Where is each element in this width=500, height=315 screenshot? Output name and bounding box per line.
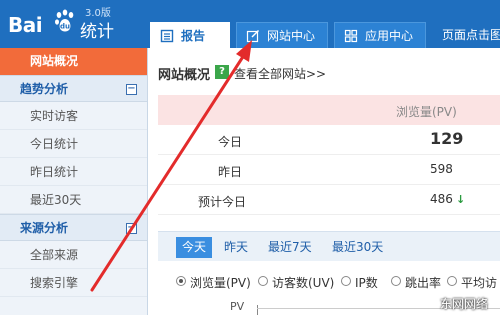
watermark-text: 东网网络 [440, 297, 489, 311]
row-label: 昨日 [218, 165, 243, 179]
range-last-30-days-button[interactable]: 最近30天 [326, 237, 389, 258]
metric-label: IP数 [355, 276, 378, 290]
sidebar-group-source-analysis[interactable]: 来源分析 − [0, 214, 147, 241]
logo-tongji-text: 统计 [80, 22, 114, 42]
sidebar-item-all-sources[interactable]: 全部来源 [0, 241, 147, 269]
chart-axis [257, 305, 258, 315]
radio-icon [447, 276, 457, 286]
sidebar-item-realtime-visitors[interactable]: 实时访客 [0, 102, 147, 130]
page-title: 网站概况 [158, 68, 211, 83]
down-arrow-icon: ↓ [456, 193, 466, 206]
sidebar-item-site-overview[interactable]: 网站概况 [0, 48, 147, 75]
chart-y-axis-label: PV [230, 300, 245, 313]
tab-website-center-label: 网站中心 [267, 29, 316, 43]
radio-icon [258, 276, 268, 286]
help-icon[interactable]: ? [215, 65, 229, 79]
tab-app-center-label: 应用中心 [365, 29, 414, 43]
sidebar: 网站概况 趋势分析 − 实时访客 今日统计 昨日统计 最近30天 来源分析 − … [0, 48, 148, 315]
table-row: 昨日 598 [158, 155, 500, 185]
row-value: 129 [430, 129, 464, 148]
metric-radio-pv[interactable]: 浏览量(PV) [176, 274, 251, 291]
metric-label: 跳出率 [405, 276, 442, 290]
range-today-button[interactable]: 今天 [176, 237, 213, 258]
paw-icon: du [55, 9, 74, 32]
row-label: 今日 [218, 135, 243, 149]
metric-radio-ip[interactable]: IP数 [341, 274, 378, 291]
sidebar-item-last-30-days[interactable]: 最近30天 [0, 186, 147, 214]
logo-bai-text: Bai [8, 13, 43, 37]
radio-icon [391, 276, 401, 286]
row-value: 486 [430, 192, 453, 206]
row-label: 预计今日 [198, 195, 247, 209]
table-row: 今日 129 [158, 125, 500, 155]
metric-radio-average[interactable]: 平均访 [447, 274, 497, 291]
main-tabs: 报告 网站中心 应用中心 页面点击图 [150, 22, 500, 48]
stats-table-header: 浏览量(PV) [158, 95, 500, 125]
column-header-pv: 浏览量(PV) [396, 105, 457, 119]
metric-radio-group: 浏览量(PV) 访客数(UV) IP数 跳出率 平均访 [158, 270, 500, 292]
grid-icon [344, 29, 358, 43]
range-last-7-days-button[interactable]: 最近7天 [262, 237, 318, 258]
row-value: 598 [430, 162, 453, 176]
collapse-icon[interactable]: − [126, 84, 137, 95]
sidebar-group-label: 来源分析 [20, 221, 69, 235]
date-range-bar: 今天 昨天 最近7天 最近30天 [158, 231, 500, 261]
main-content: 网站概况 ? 查看全部网站>> 浏览量(PV) 今日 129 昨日 598 预计… [150, 48, 500, 315]
sidebar-group-label: 趋势分析 [20, 82, 69, 96]
tab-report[interactable]: 报告 [150, 22, 230, 48]
sidebar-group-trend-analysis[interactable]: 趋势分析 − [0, 75, 147, 102]
table-row: 预计今日 486 ↓ [158, 185, 500, 215]
see-all-sites-link[interactable]: 查看全部网站>> [234, 65, 326, 82]
metric-label: 平均访 [461, 276, 498, 290]
edit-icon [246, 29, 260, 43]
report-icon [160, 29, 174, 43]
metric-label: 访客数(UV) [272, 276, 335, 290]
page-click-map-link[interactable]: 页面点击图 [442, 22, 500, 48]
radio-icon [341, 276, 351, 286]
tab-app-center[interactable]: 应用中心 [334, 22, 426, 48]
tab-report-label: 报告 [181, 29, 206, 43]
sidebar-item-today-stats[interactable]: 今日统计 [0, 130, 147, 158]
svg-text:du: du [60, 23, 70, 31]
baidu-tongji-logo[interactable]: Bai du 3.0版 统计 [0, 0, 150, 48]
collapse-icon[interactable]: − [126, 223, 137, 234]
tab-website-center[interactable]: 网站中心 [236, 22, 328, 48]
sidebar-item-yesterday-stats[interactable]: 昨日统计 [0, 158, 147, 186]
range-yesterday-button[interactable]: 昨天 [218, 237, 254, 258]
metric-radio-uv[interactable]: 访客数(UV) [258, 274, 334, 291]
radio-selected-icon [176, 276, 186, 286]
sidebar-item-search-engine[interactable]: 搜索引擎 [0, 269, 147, 297]
metric-label: 浏览量(PV) [190, 276, 251, 290]
top-header: Bai du 3.0版 统计 报告 网站中心 应用中心 页面点击图 [0, 0, 500, 48]
metric-radio-bounce-rate[interactable]: 跳出率 [391, 274, 441, 291]
